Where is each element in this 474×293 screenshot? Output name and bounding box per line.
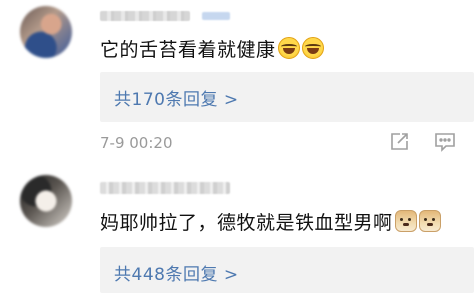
comment-timestamp: 7-9 00:20 (100, 134, 173, 152)
reply-summary-box[interactable]: 共448条回复 > (100, 247, 474, 293)
comment-text: 妈耶帅拉了，德牧就是铁血型男啊 (100, 208, 441, 235)
comment-body: 妈耶帅拉了，德牧就是铁血型男啊 (100, 212, 393, 234)
reply-summary-box[interactable]: 共170条回复 > (100, 72, 474, 122)
share-icon[interactable] (388, 131, 410, 153)
user-badge-blurred (202, 12, 230, 20)
comment-icon[interactable] (433, 131, 457, 153)
reply-summary-link[interactable]: 共448条回复 > (114, 260, 239, 285)
avatar[interactable] (20, 6, 72, 58)
reply-summary-link[interactable]: 共170条回复 > (114, 85, 239, 110)
laughing-tears-icon (277, 37, 300, 59)
laughing-tears-icon (301, 37, 324, 59)
doge-icon (394, 210, 417, 232)
comment-text: 它的舌苔看着就健康 (100, 35, 324, 62)
comment-body: 它的舌苔看着就健康 (100, 39, 276, 61)
doge-icon (418, 210, 441, 232)
avatar[interactable] (20, 175, 72, 227)
username-blurred[interactable] (100, 11, 190, 21)
username-blurred[interactable] (100, 182, 230, 194)
